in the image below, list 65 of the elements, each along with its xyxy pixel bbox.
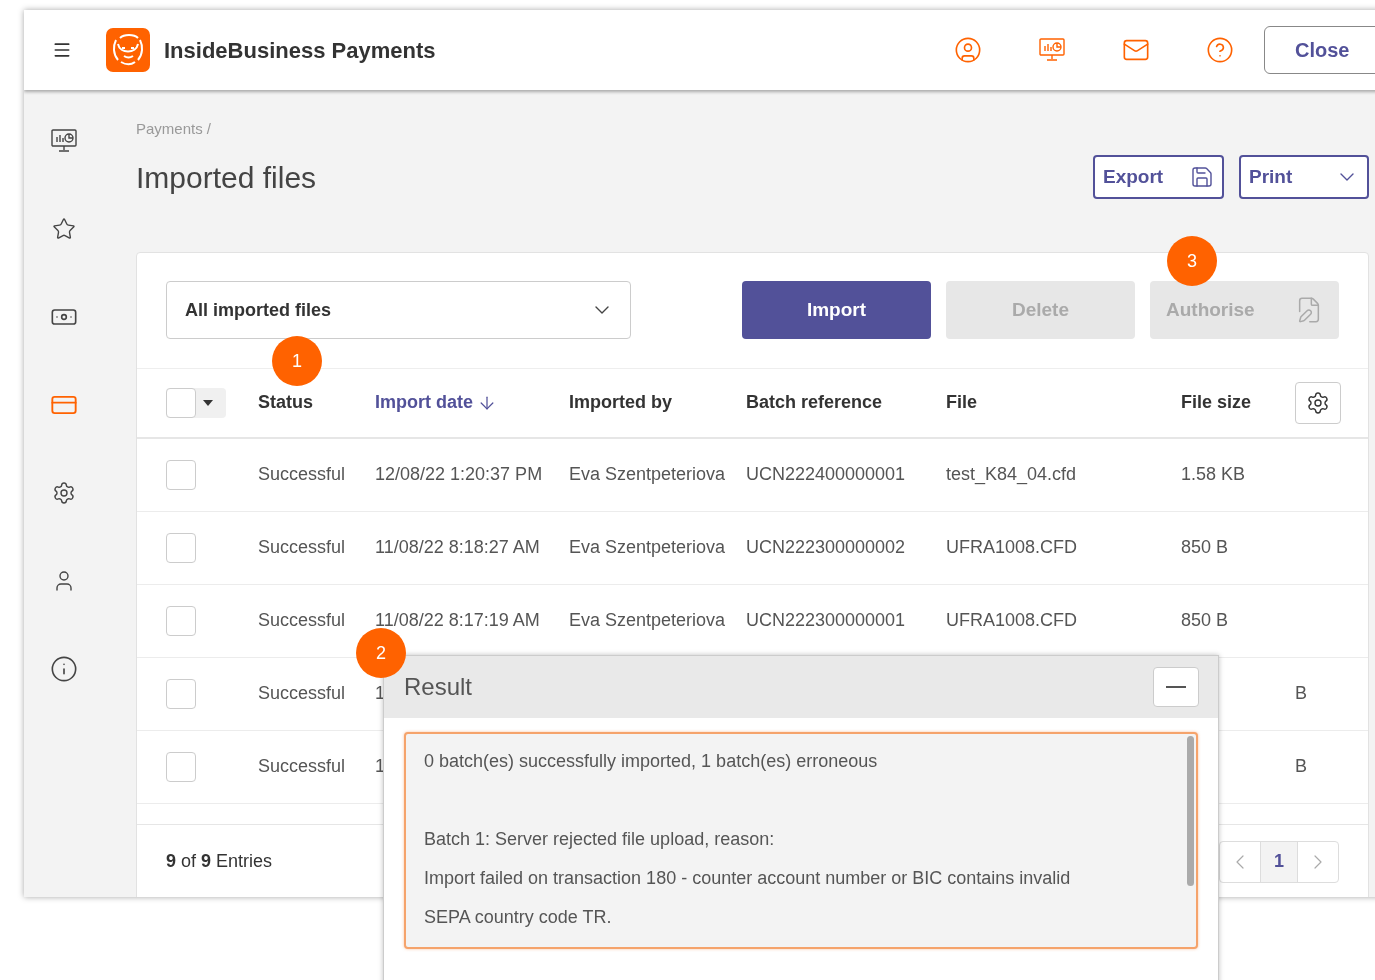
page-button[interactable]: 1 xyxy=(1260,841,1298,882)
table-cell: B xyxy=(1295,756,1307,776)
table-cell: 1.58 KB xyxy=(1181,464,1246,484)
table-cell: test_K84_04.cfd xyxy=(946,464,1077,484)
print-dropdown[interactable]: Print xyxy=(1239,155,1369,199)
dialog-title: Result xyxy=(404,672,473,702)
table-cell: 850 B xyxy=(1181,610,1229,630)
close-button[interactable]: Close xyxy=(1264,26,1375,74)
column-header[interactable]: File size xyxy=(1181,389,1252,416)
column-header[interactable]: Import date xyxy=(375,389,497,416)
table-cell: Eva Szentpeteriova xyxy=(569,537,726,557)
message-text: SEPA country code TR. xyxy=(424,907,612,927)
column-header[interactable]: Status xyxy=(258,389,313,416)
monitor-chart-icon[interactable] xyxy=(50,127,78,155)
table-cell: Successful xyxy=(258,464,346,484)
menu-icon[interactable] xyxy=(52,40,72,60)
row-checkbox[interactable] xyxy=(166,751,196,782)
table-cell: UFRA1008.CFD xyxy=(946,537,1078,557)
table-cell: Eva Szentpeteriova xyxy=(569,464,726,484)
settings-icon[interactable] xyxy=(52,481,76,505)
table-cell: 11/08/22 8:17:19 AM xyxy=(375,610,540,630)
column-header[interactable]: Imported by xyxy=(569,389,672,416)
message-text: 0 batch(es) successfully imported, 1 batch(es) erroneous xyxy=(424,751,878,771)
message-text: Import failed on transaction 180 - counter account number or BIC contains invalid xyxy=(424,868,1071,888)
caret-icon xyxy=(203,399,213,406)
table-cell: 850 B xyxy=(1181,537,1229,557)
save-icon xyxy=(1190,165,1214,189)
page-title: Imported files xyxy=(136,159,317,196)
table-cell: Successful xyxy=(258,537,346,557)
table-cell: UFRA1008.CFD xyxy=(946,610,1078,630)
help-icon[interactable] xyxy=(1206,36,1234,64)
row-checkbox[interactable] xyxy=(166,532,196,563)
row-checkbox[interactable] xyxy=(166,678,196,709)
table-cell: Successful xyxy=(258,756,346,776)
column-header[interactable]: Batch reference xyxy=(746,389,883,416)
filter-dropdown[interactable]: All imported files xyxy=(166,281,631,339)
table-cell: B xyxy=(1295,683,1307,703)
export-button[interactable]: Export xyxy=(1093,155,1224,199)
table-cell: 11/08/22 8:18:27 AM xyxy=(375,537,540,557)
app-title: InsideBusiness Payments xyxy=(164,36,436,65)
entries-count: 9 of 9 Entries xyxy=(166,850,273,873)
minus-icon xyxy=(1166,686,1186,688)
table-cell: Successful xyxy=(258,610,346,630)
table-cell: UCN222400000001 xyxy=(746,464,906,484)
logo-icon xyxy=(106,28,150,72)
import-button[interactable]: Import xyxy=(742,281,931,339)
table-cell: 12/08/22 1:20:37 PM xyxy=(375,464,543,484)
star-icon[interactable] xyxy=(52,217,76,241)
table-cell: 1 xyxy=(375,756,385,776)
user-icon[interactable] xyxy=(954,36,982,64)
table-cell: Successful xyxy=(258,683,346,703)
settings-icon xyxy=(1306,390,1330,415)
table-cell: Eva Szentpeteriova xyxy=(569,610,726,630)
column-settings-button[interactable] xyxy=(1295,381,1341,424)
column-header[interactable]: File xyxy=(946,389,977,416)
row-checkbox[interactable] xyxy=(166,459,196,490)
message-text: Batch 1: Server rejected file upload, reason: xyxy=(424,829,775,849)
info-icon[interactable] xyxy=(50,655,78,683)
table-cell: UCN222300000002 xyxy=(746,537,906,557)
breadcrumb-separator: / xyxy=(206,119,211,139)
table-cell: 1 xyxy=(375,683,385,703)
table-cell: UCN222300000001 xyxy=(746,610,906,630)
minimize-button[interactable] xyxy=(1153,667,1199,707)
select-all-checkbox[interactable] xyxy=(166,387,226,418)
row-checkbox[interactable] xyxy=(166,605,196,636)
